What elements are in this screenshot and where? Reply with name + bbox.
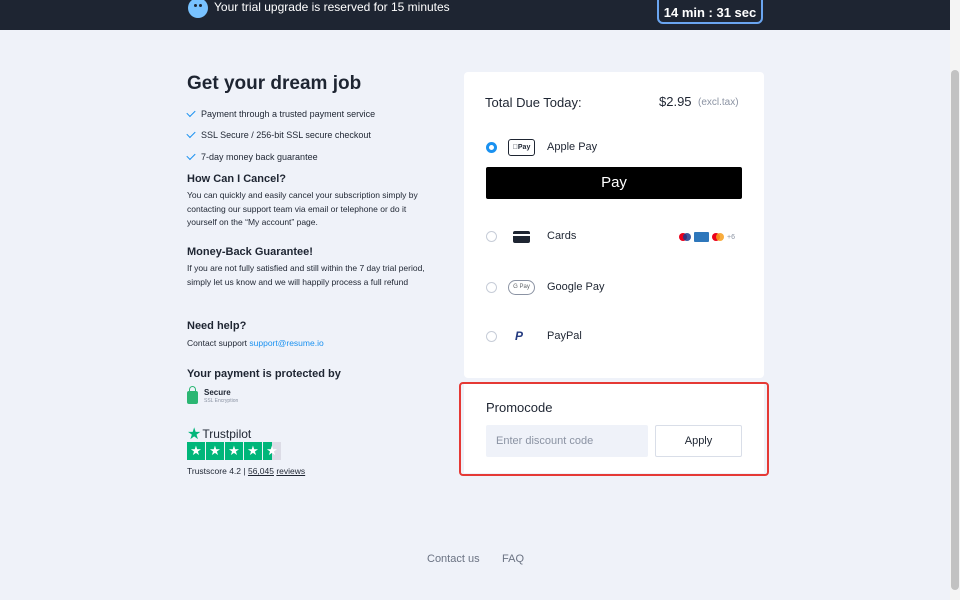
radio-google-pay[interactable] (486, 282, 497, 293)
method-label-paypal[interactable]: PayPal (547, 330, 582, 342)
method-label-apple-pay[interactable]: Apple Pay (547, 141, 597, 153)
cancel-text: You can quickly and easily cancel your s… (187, 190, 418, 227)
apple-pay-button[interactable]: Pay (486, 167, 742, 199)
half-star-icon: ★ (263, 442, 281, 460)
trustscore: Trustscore 4.2 | 56,045 reviews (187, 466, 305, 476)
cancel-heading: How Can I Cancel? (187, 173, 287, 185)
smiley-icon (188, 0, 208, 18)
contact-us-link[interactable]: Contact us (427, 553, 480, 565)
trustpilot-label: Trustpilot (202, 427, 252, 441)
trustpilot-rating: ★ ★ ★ ★ ★ (187, 442, 282, 460)
check-icon (186, 107, 196, 118)
help-heading: Need help? (187, 320, 247, 332)
apple-pay-icon: Pay (508, 139, 535, 156)
trustpilot-star-icon: ★ (187, 426, 202, 443)
guarantee-heading: Money-Back Guarantee! (187, 246, 313, 258)
maestro-icon (679, 233, 691, 241)
lock-icon (187, 385, 198, 404)
star-icon: ★ (225, 442, 243, 460)
more-brands-count: +6 (727, 233, 735, 241)
apply-button[interactable]: Apply (655, 425, 742, 457)
paypal-icon: P (515, 329, 524, 343)
star-icon: ★ (206, 442, 224, 460)
google-pay-icon: G Pay (508, 280, 535, 295)
secure-sub: SSL Encryption (204, 398, 239, 404)
secure-label: Secure (204, 388, 231, 397)
trustscore-prefix: Trustscore 4.2 | (187, 466, 246, 476)
guarantee-text: If you are not fully satisfied and still… (187, 263, 425, 287)
star-icon: ★ (187, 442, 205, 460)
page-title: Get your dream job (187, 73, 362, 94)
promo-title: Promocode (486, 400, 553, 415)
total-label: Total Due Today: (485, 95, 582, 110)
feature-item: SSL Secure / 256-bit SSL secure checkout (186, 128, 371, 140)
radio-cards[interactable] (486, 231, 497, 242)
feature-text: SSL Secure / 256-bit SSL secure checkout (201, 130, 371, 140)
help-prefix: Contact support (187, 338, 248, 348)
support-email-link[interactable]: support@resume.io (249, 338, 323, 348)
method-label-cards[interactable]: Cards (547, 230, 576, 242)
faq-link[interactable]: FAQ (502, 553, 524, 565)
excl-tax: (excl.tax) (698, 97, 739, 108)
check-icon (186, 128, 196, 139)
protected-heading: Your payment is protected by (187, 368, 341, 380)
feature-text: Payment through a trusted payment servic… (201, 109, 376, 119)
trustscore-count-link[interactable]: 56,045 (248, 466, 274, 476)
radio-paypal[interactable] (486, 331, 497, 342)
check-icon (186, 150, 196, 161)
star-icon: ★ (244, 442, 262, 460)
top-banner: Your trial upgrade is reserved for 15 mi… (0, 0, 950, 30)
feature-text: 7-day money back guarantee (201, 152, 318, 162)
ssl-badge: Secure SSL Encryption (187, 385, 239, 406)
trustpilot-logo: ★ Trustpilot (187, 424, 251, 444)
mastercard-icon (712, 233, 724, 241)
total-price: $2.95 (659, 94, 692, 109)
amex-icon (694, 232, 709, 242)
feature-item: 7-day money back guarantee (186, 150, 318, 162)
discount-code-input[interactable] (486, 425, 648, 457)
countdown-timer: 14 min : 31 sec (657, 0, 763, 24)
feature-item: Payment through a trusted payment servic… (186, 107, 376, 119)
scrollbar-thumb[interactable] (951, 70, 959, 590)
radio-apple-pay[interactable] (486, 142, 497, 153)
method-label-google-pay[interactable]: Google Pay (547, 281, 604, 293)
trial-text: Your trial upgrade is reserved for 15 mi… (214, 0, 450, 14)
payment-card (464, 72, 764, 378)
reviews-link[interactable]: reviews (276, 466, 305, 476)
credit-card-icon (513, 231, 530, 243)
card-brands: +6 (679, 232, 735, 242)
help-line: Contact support support@resume.io (187, 337, 437, 351)
